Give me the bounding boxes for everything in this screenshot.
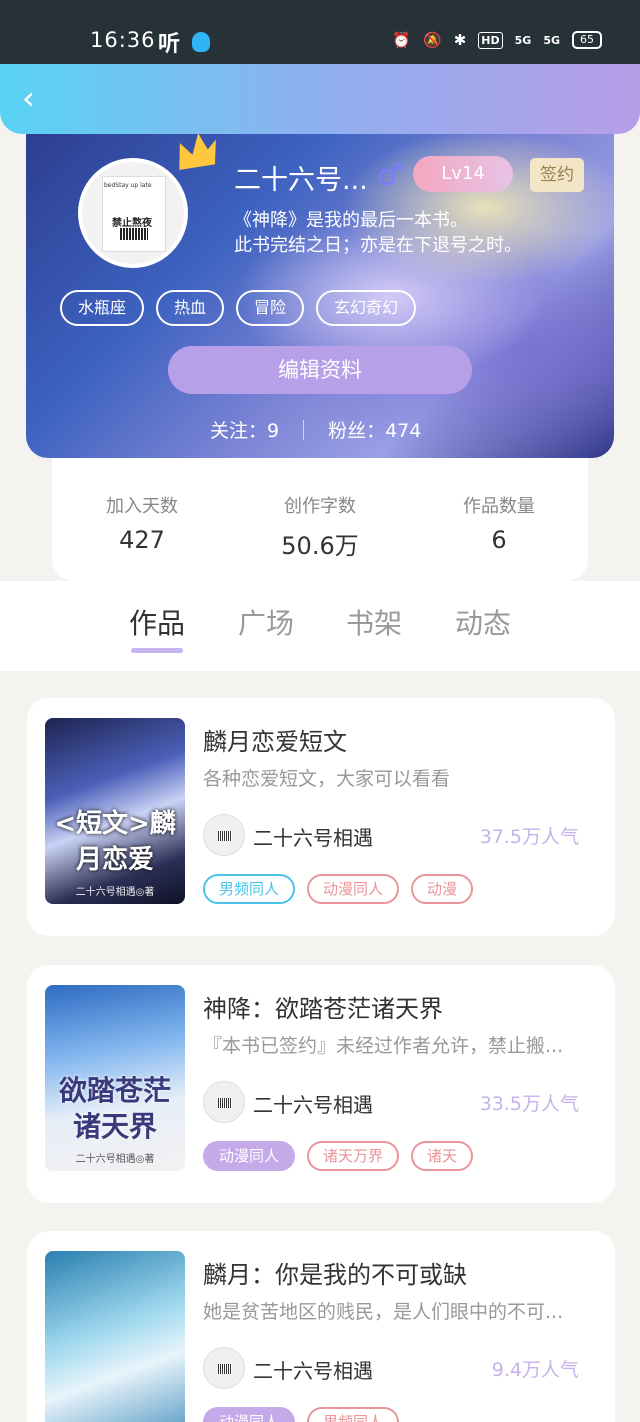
cover-title: <短文>麟月恋爱 <box>54 809 176 875</box>
interest-tag[interactable]: 水瓶座 <box>60 290 145 326</box>
stat-join-days: 加入天数 427 <box>52 492 232 554</box>
interest-tags: 水瓶座 热血 冒险 玄幻奇幻 <box>60 290 417 326</box>
crown-icon <box>179 133 216 170</box>
stat-label: 作品数量 <box>463 496 535 517</box>
work-description: 『本书已签约』未经过作者允许，禁止搬... <box>203 1035 564 1057</box>
interest-tag[interactable]: 热血 <box>156 290 225 326</box>
work-card[interactable]: 欲踏苍茫诸天界 二十六号相遇◎著 神降：欲踏苍茫诸天界 『本书已签约』未经过作者… <box>27 965 615 1203</box>
work-title[interactable]: 麟月：你是我的不可或缺 <box>203 1255 467 1290</box>
status-icons: ⏰ 🔕 ✱ HD 5G 5G 65 <box>392 31 602 49</box>
qq-icon <box>192 32 210 52</box>
book-cover[interactable]: <短文>麟月恋爱 二十六号相遇◎著 <box>45 718 185 904</box>
hd-icon: HD <box>478 31 503 49</box>
barcode-icon <box>120 228 148 240</box>
bio-line: 此书完结之日；亦是在下退号之时。 <box>234 235 522 256</box>
nickname: 二十六号... <box>234 165 368 196</box>
book-cover[interactable]: 欲踏苍茫诸天界 二十六号相遇◎著 <box>45 985 185 1171</box>
bio-line: 《神降》是我的最后一本书。 <box>234 210 468 231</box>
interest-tag[interactable]: 玄幻奇幻 <box>316 290 417 326</box>
stat-word-count: 创作字数 50.6万 <box>230 492 410 561</box>
interest-tag[interactable]: 冒险 <box>236 290 305 326</box>
work-tags: 动漫同人 诸天万界 诸天 <box>203 1141 474 1171</box>
work-tag[interactable]: 诸天 <box>411 1141 474 1171</box>
alarm-icon: ⏰ <box>392 31 412 49</box>
fans-count[interactable]: 粉丝：474 <box>328 416 421 443</box>
signal-icon: 5G <box>514 33 532 47</box>
popularity: 33.5万人气 <box>479 1093 579 1115</box>
author-avatar <box>203 1347 245 1389</box>
stat-value: 427 <box>119 526 165 554</box>
book-cover[interactable] <box>45 1251 185 1422</box>
work-card[interactable]: 麟月：你是我的不可或缺 她是贫苦地区的贱民，是人们眼中的不可... 二十六号相遇… <box>27 1231 615 1422</box>
work-tag[interactable]: 动漫同人 <box>307 874 400 904</box>
cover-author: 二十六号相遇◎著 <box>75 1154 155 1165</box>
stat-works-count: 作品数量 6 <box>409 492 589 554</box>
signal-icon-2: 5G <box>543 33 560 47</box>
mute-icon: 🔕 <box>423 31 442 49</box>
author-name: 二十六号相遇 <box>253 1359 373 1383</box>
bluetooth-icon: ✱ <box>453 31 467 49</box>
author-name: 二十六号相遇 <box>253 826 373 850</box>
tab-bar <box>0 581 640 671</box>
following-count[interactable]: 关注：9 <box>210 416 279 443</box>
barcode-icon <box>218 831 232 841</box>
stat-label: 创作字数 <box>284 496 356 517</box>
stat-value: 50.6万 <box>281 532 359 560</box>
avatar-text: bedStay up late <box>104 182 152 189</box>
status-bar: 16:36 听 ⏰ 🔕 ✱ HD 5G 5G 65 <box>0 0 640 64</box>
work-title[interactable]: 神降：欲踏苍茫诸天界 <box>203 989 443 1024</box>
barcode-icon <box>218 1098 232 1108</box>
work-tag[interactable]: 男频同人 <box>203 874 296 904</box>
male-icon: ♂ <box>376 158 403 193</box>
status-time: 16:36 <box>90 28 156 52</box>
divider <box>303 419 305 440</box>
stats-card: 加入天数 427 创作字数 50.6万 作品数量 6 <box>52 448 588 581</box>
avatar[interactable]: bedStay up late 禁止熬夜 <box>78 158 188 268</box>
work-tags: 动漫同人 男频同人 <box>203 1407 400 1422</box>
work-title[interactable]: 麟月恋爱短文 <box>203 722 347 757</box>
profile-banner: bedStay up late 禁止熬夜 二十六号... ♂ Lv14 签约 《… <box>26 100 614 458</box>
work-description: 她是贫苦地区的贱民，是人们眼中的不可... <box>203 1301 564 1323</box>
work-card[interactable]: <短文>麟月恋爱 二十六号相遇◎著 麟月恋爱短文 各种恋爱短文，大家可以看看 二… <box>27 698 615 936</box>
avatar-text-2: 禁止熬夜 <box>112 218 152 229</box>
work-tag[interactable]: 动漫同人 <box>203 1141 296 1171</box>
work-tag[interactable]: 动漫同人 <box>203 1407 296 1422</box>
author-name: 二十六号相遇 <box>253 1093 373 1117</box>
work-tags: 男频同人 动漫同人 动漫 <box>203 874 474 904</box>
follow-stats: 关注：9 粉丝：474 <box>210 416 421 443</box>
tab-plaza[interactable]: 广场 <box>238 602 294 642</box>
work-tag[interactable]: 动漫 <box>411 874 474 904</box>
tab-moments[interactable]: 动态 <box>455 602 511 642</box>
level-badge: Lv14 <box>413 156 513 192</box>
author-avatar <box>203 1081 245 1123</box>
tab-bookshelf[interactable]: 书架 <box>346 602 402 642</box>
barcode-icon <box>218 1364 232 1374</box>
bio: 《神降》是我的最后一本书。 此书完结之日；亦是在下退号之时。 <box>234 208 604 258</box>
cover-title: 欲踏苍茫诸天界 <box>58 1074 171 1143</box>
work-tag[interactable]: 诸天万界 <box>307 1141 400 1171</box>
stat-value: 6 <box>491 526 507 554</box>
author-avatar <box>203 814 245 856</box>
cover-author: 二十六号相遇◎著 <box>75 887 155 898</box>
top-header: ‹ <box>0 64 640 134</box>
tab-works[interactable]: 作品 <box>129 602 185 642</box>
work-tag[interactable]: 男频同人 <box>307 1407 400 1422</box>
tab-indicator <box>131 648 183 653</box>
popularity: 9.4万人气 <box>491 1359 579 1381</box>
work-description: 各种恋爱短文，大家可以看看 <box>203 768 451 790</box>
popularity: 37.5万人气 <box>479 826 579 848</box>
back-icon[interactable]: ‹ <box>22 80 52 116</box>
battery-icon: 65 <box>572 31 602 49</box>
stat-label: 加入天数 <box>106 496 178 517</box>
signed-badge: 签约 <box>530 158 584 192</box>
ting-app-icon: 听 <box>158 32 181 57</box>
edit-profile-button[interactable]: 编辑资料 <box>168 346 472 394</box>
